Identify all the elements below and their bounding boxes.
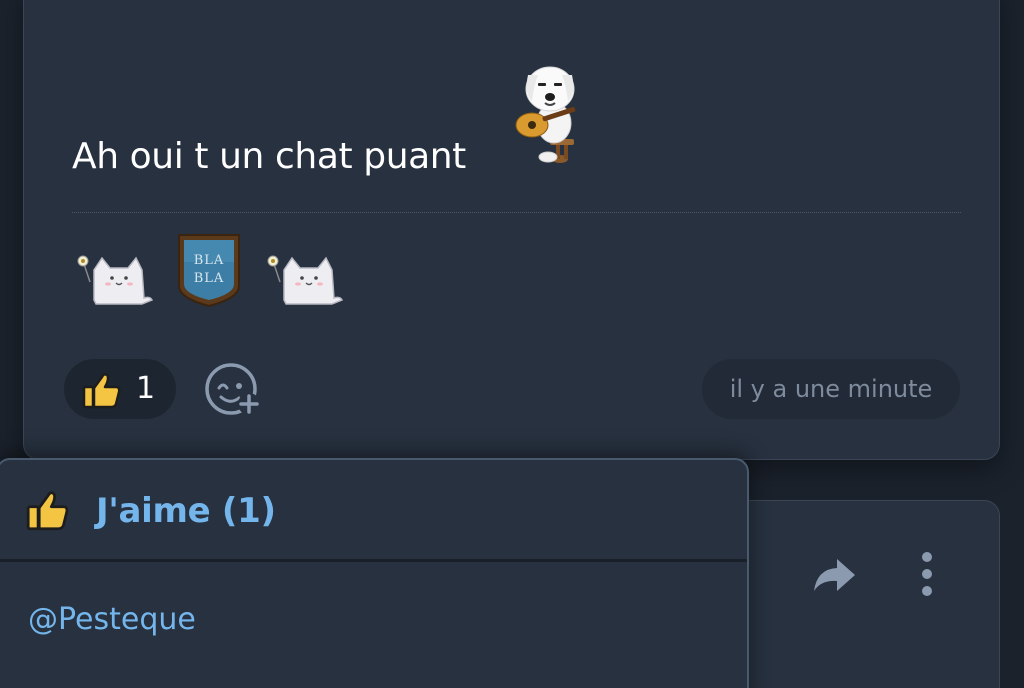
thumbs-up-icon <box>26 491 69 531</box>
blabla-emoji: BLA BLA <box>178 234 240 308</box>
svg-text:BLA: BLA <box>194 253 225 268</box>
add-reaction-icon[interactable] <box>202 361 264 417</box>
post-card: Ah oui t un chat puant BLA BLA 1 il y a … <box>23 0 1000 460</box>
popup-divider <box>0 559 747 562</box>
post-message-text: Ah oui t un chat puant <box>72 136 466 177</box>
flower-cat-emoji <box>267 255 344 305</box>
thumbs-up-icon <box>82 373 121 409</box>
post-timestamp: il y a une minute <box>702 359 960 419</box>
flower-cat-emoji <box>77 255 154 305</box>
reaction-user-link[interactable]: @Pesteque <box>28 600 196 640</box>
svg-text:BLA: BLA <box>194 271 225 286</box>
reaction-count: 1 <box>136 371 156 406</box>
guitar-dog-sticker <box>515 66 576 163</box>
more-vertical-icon[interactable] <box>915 551 939 597</box>
like-reaction-button[interactable]: 1 <box>64 359 176 419</box>
share-icon[interactable] <box>811 555 857 595</box>
thread-view: Ah oui t un chat puant BLA BLA 1 il y a … <box>0 0 1024 688</box>
post-divider <box>72 212 961 213</box>
reactions-popup-title: J'aime (1) <box>96 491 276 531</box>
reactions-popup-header: J'aime (1) <box>0 460 747 560</box>
reactions-popup: J'aime (1) @Pesteque <box>0 458 749 688</box>
